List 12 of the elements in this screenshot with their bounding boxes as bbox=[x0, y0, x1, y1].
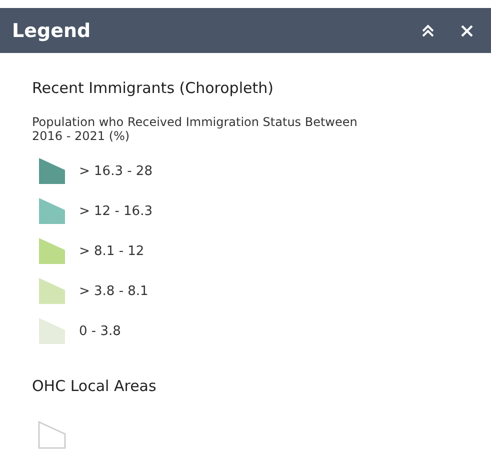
layer-title: OHC Local Areas bbox=[32, 377, 158, 395]
legend-label: > 8.1 - 12 bbox=[79, 244, 144, 258]
legend-label: > 12 - 16.3 bbox=[79, 204, 152, 218]
legend-label: > 3.8 - 8.1 bbox=[79, 284, 148, 298]
legend-label: 0 - 3.8 bbox=[79, 324, 121, 338]
double-chevron-up-icon bbox=[421, 24, 435, 38]
legend-label: > 16.3 - 28 bbox=[79, 164, 152, 178]
close-icon bbox=[461, 24, 473, 36]
outline-swatch-icon bbox=[38, 421, 66, 449]
layer-description: Population who Received Immigration Status Between 2016 - 2021 (%) bbox=[32, 115, 358, 143]
panel-title: Legend bbox=[12, 20, 92, 42]
layer-title: Recent Immigrants (Choropleth) bbox=[32, 79, 274, 97]
